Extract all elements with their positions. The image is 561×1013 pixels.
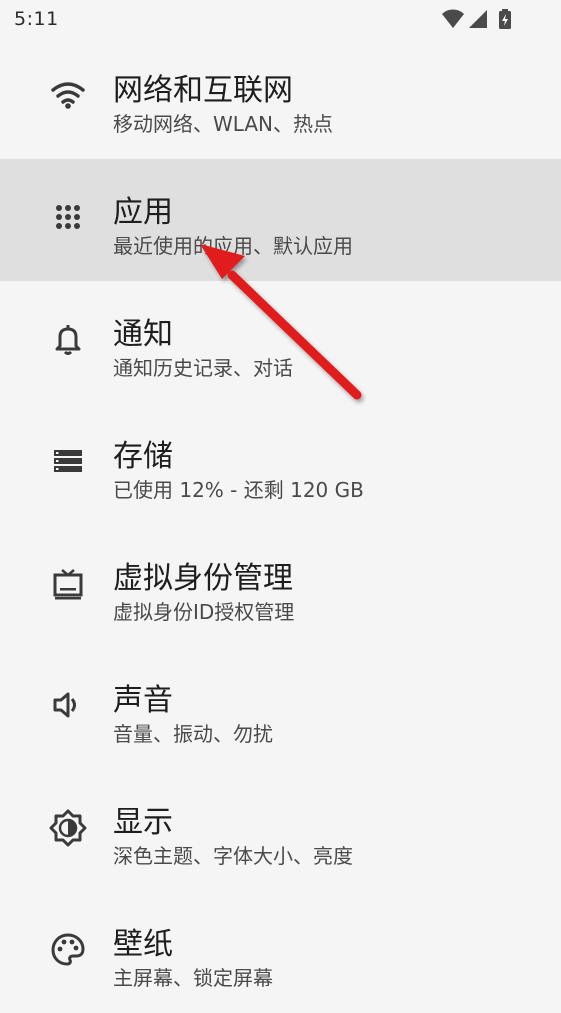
apps-grid-icon bbox=[48, 197, 88, 237]
wifi-icon bbox=[442, 9, 464, 28]
settings-list: 网络和互联网 移动网络、WLAN、热点 应用 最近使用的应用、默认应用 通知 通… bbox=[0, 37, 561, 1013]
settings-item-virtual-identity[interactable]: 虚拟身份管理 虚拟身份ID授权管理 bbox=[0, 525, 561, 647]
settings-item-wallpaper[interactable]: 壁纸 主屏幕、锁定屏幕 bbox=[0, 891, 561, 1013]
status-bar: 5:11 bbox=[0, 0, 561, 38]
settings-item-subtitle: 主屏幕、锁定屏幕 bbox=[113, 966, 273, 990]
volume-icon bbox=[48, 685, 88, 725]
storage-icon bbox=[48, 441, 88, 481]
status-icons bbox=[441, 8, 521, 30]
settings-item-title: 网络和互联网 bbox=[113, 73, 293, 108]
settings-item-notifications[interactable]: 通知 通知历史记录、对话 bbox=[0, 281, 561, 403]
settings-item-subtitle: 音量、振动、勿扰 bbox=[113, 722, 273, 746]
settings-item-apps[interactable]: 应用 最近使用的应用、默认应用 bbox=[0, 159, 561, 281]
settings-item-storage[interactable]: 存储 已使用 12% - 还剩 120 GB bbox=[0, 403, 561, 525]
settings-item-subtitle: 已使用 12% - 还剩 120 GB bbox=[113, 478, 364, 502]
palette-icon bbox=[48, 929, 88, 969]
battery-charging-icon bbox=[499, 9, 511, 29]
settings-item-title: 壁纸 bbox=[113, 927, 173, 962]
settings-item-subtitle: 深色主题、字体大小、亮度 bbox=[113, 844, 353, 868]
cell-signal-icon bbox=[469, 10, 487, 28]
settings-item-subtitle: 移动网络、WLAN、热点 bbox=[113, 112, 334, 136]
settings-item-title: 虚拟身份管理 bbox=[113, 561, 293, 596]
bell-icon bbox=[48, 319, 88, 359]
brightness-icon bbox=[48, 807, 88, 847]
settings-item-display[interactable]: 显示 深色主题、字体大小、亮度 bbox=[0, 769, 561, 891]
wifi-icon bbox=[48, 75, 88, 115]
settings-item-title: 声音 bbox=[113, 683, 173, 718]
settings-item-sound[interactable]: 声音 音量、振动、勿扰 bbox=[0, 647, 561, 769]
settings-item-title: 通知 bbox=[113, 317, 173, 352]
settings-item-network[interactable]: 网络和互联网 移动网络、WLAN、热点 bbox=[0, 37, 561, 159]
settings-item-subtitle: 最近使用的应用、默认应用 bbox=[113, 234, 353, 258]
settings-item-subtitle: 通知历史记录、对话 bbox=[113, 356, 293, 380]
settings-item-title: 应用 bbox=[113, 195, 173, 230]
settings-item-title: 显示 bbox=[113, 805, 173, 840]
tv-icon bbox=[48, 563, 88, 603]
status-time: 5:11 bbox=[14, 8, 59, 30]
settings-item-title: 存储 bbox=[113, 439, 173, 474]
settings-item-subtitle: 虚拟身份ID授权管理 bbox=[113, 600, 295, 624]
